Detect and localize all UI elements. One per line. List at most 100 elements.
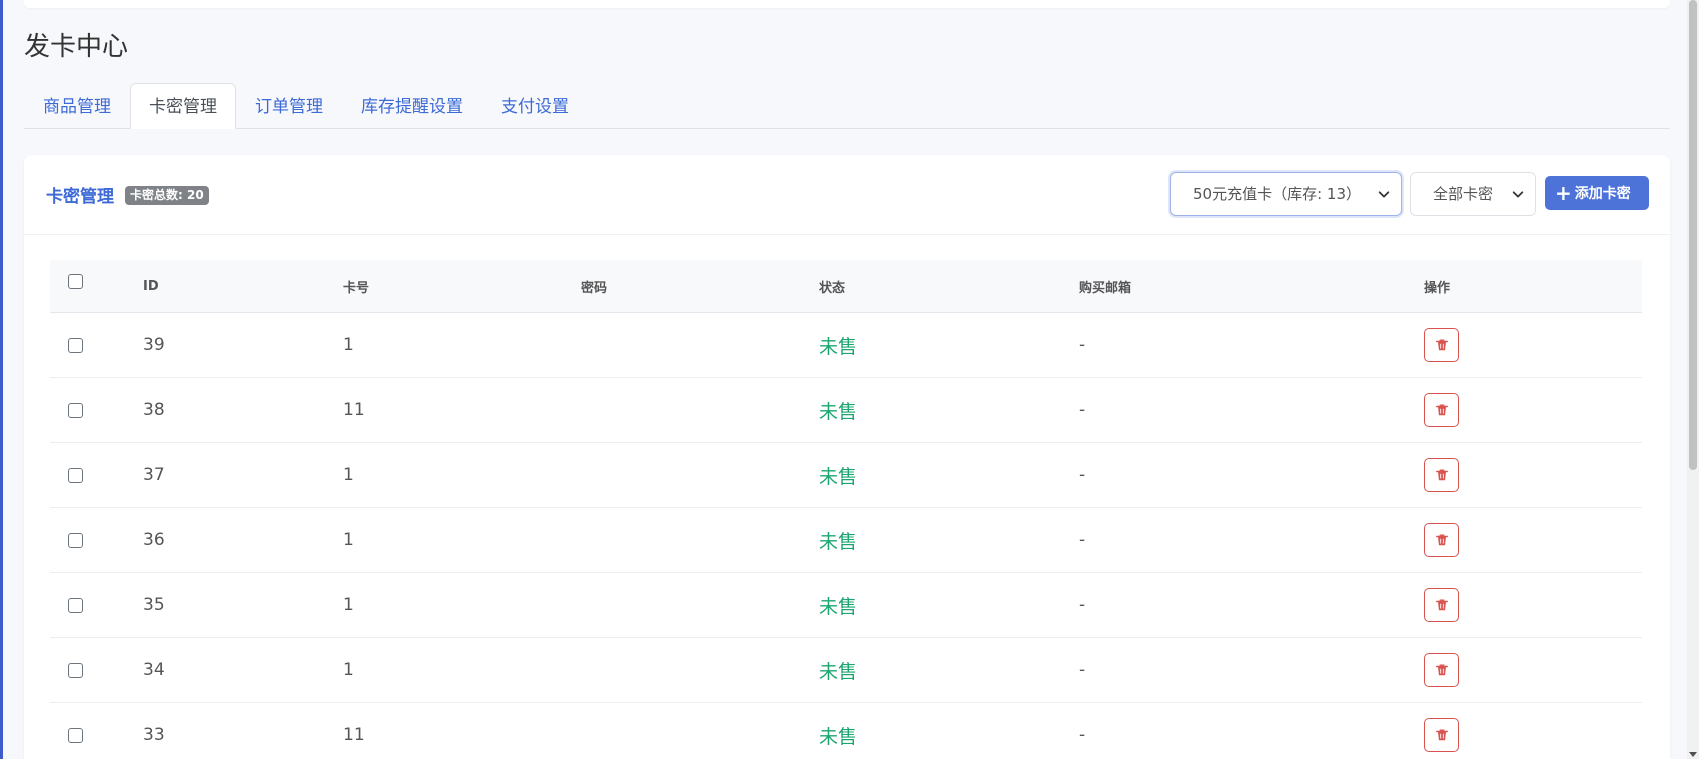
header-email: 购买邮箱 xyxy=(1079,280,1132,296)
scroll-down-arrow-icon[interactable] xyxy=(1689,752,1697,757)
cell-card-no: 11 xyxy=(343,725,365,745)
page-title: 发卡中心 xyxy=(24,32,129,62)
trash-icon xyxy=(1435,663,1449,677)
left-accent-bar xyxy=(0,0,3,759)
delete-button[interactable] xyxy=(1424,393,1459,427)
card-key-table: ID 卡号 密码 状态 购买邮箱 操作 39 1 未售 -38 11 未售 -37 1 未售 -3… xyxy=(50,260,1642,759)
row-checkbox[interactable] xyxy=(68,402,83,418)
delete-button[interactable] xyxy=(1424,458,1459,492)
table-header-row: ID 卡号 密码 状态 购买邮箱 操作 xyxy=(50,260,1642,313)
cell-email: - xyxy=(1079,335,1086,355)
cell-status: 未售 xyxy=(819,530,858,553)
row-checkbox[interactable] xyxy=(68,597,83,613)
table-row: 33 11 未售 - xyxy=(50,703,1642,759)
table-row: 38 11 未售 - xyxy=(50,378,1642,443)
cell-email: - xyxy=(1079,530,1086,550)
table-row: 35 1 未售 - xyxy=(50,573,1642,638)
plus-icon: + xyxy=(1555,181,1572,205)
cell-email: - xyxy=(1079,595,1086,615)
total-count-badge: 卡密总数: 20 xyxy=(125,186,209,205)
header-checkbox-cell xyxy=(68,255,83,307)
cell-actions xyxy=(1424,703,1459,759)
tab-card-keys[interactable]: 卡密管理 xyxy=(130,83,236,129)
product-select[interactable]: 50元充值卡（库存: 13） xyxy=(1170,172,1402,216)
trash-icon xyxy=(1435,338,1449,352)
trash-icon xyxy=(1435,468,1449,482)
cell-card-no: 11 xyxy=(343,400,365,420)
product-select-value: 50元充值卡（库存: 13） xyxy=(1193,185,1361,203)
cell-email: - xyxy=(1079,725,1086,745)
row-checkbox-cell xyxy=(68,378,83,442)
status-filter-value: 全部卡密 xyxy=(1433,185,1494,203)
row-checkbox-cell xyxy=(68,703,83,759)
select-all-checkbox[interactable] xyxy=(68,273,83,289)
cell-actions xyxy=(1424,508,1459,572)
status-filter-select[interactable]: 全部卡密 xyxy=(1410,172,1536,216)
cell-card-no: 1 xyxy=(343,465,354,485)
cell-id: 36 xyxy=(143,530,165,550)
trash-icon xyxy=(1435,533,1449,547)
cell-status: 未售 xyxy=(819,335,858,358)
header-actions: 操作 xyxy=(1424,280,1451,296)
tab-payment-settings[interactable]: 支付设置 xyxy=(482,83,588,129)
delete-button[interactable] xyxy=(1424,328,1459,362)
cell-actions xyxy=(1424,378,1459,442)
cell-id: 38 xyxy=(143,400,165,420)
row-checkbox[interactable] xyxy=(68,337,83,353)
row-checkbox-cell xyxy=(68,638,83,702)
table-row: 37 1 未售 - xyxy=(50,443,1642,508)
cell-card-no: 1 xyxy=(343,595,354,615)
row-checkbox[interactable] xyxy=(68,727,83,743)
cell-status: 未售 xyxy=(819,725,858,748)
cell-status: 未售 xyxy=(819,660,858,683)
delete-button[interactable] xyxy=(1424,523,1459,557)
chevron-down-icon xyxy=(1378,191,1390,198)
cell-actions xyxy=(1424,443,1459,507)
page-scrollbar[interactable] xyxy=(1687,0,1699,759)
row-checkbox[interactable] xyxy=(68,467,83,483)
cell-actions xyxy=(1424,573,1459,637)
row-checkbox-cell xyxy=(68,313,83,377)
cell-email: - xyxy=(1079,465,1086,485)
cell-card-no: 1 xyxy=(343,660,354,680)
cell-id: 37 xyxy=(143,465,165,485)
row-checkbox-cell xyxy=(68,443,83,507)
card-title: 卡密管理 xyxy=(46,187,114,207)
tab-products[interactable]: 商品管理 xyxy=(24,83,130,129)
cell-id: 34 xyxy=(143,660,165,680)
table-body: 39 1 未售 - 38 11 未售 - 37 1 未售 - 36 1 未售 - 35 1 未售 - 34 1 未售 - 33 1… xyxy=(50,313,1642,759)
trash-icon xyxy=(1435,403,1449,417)
chevron-down-icon xyxy=(1512,191,1524,198)
scrollbar-thumb[interactable] xyxy=(1689,0,1697,470)
cell-card-no: 1 xyxy=(343,335,354,355)
cell-card-no: 1 xyxy=(343,530,354,550)
table-row: 34 1 未售 - xyxy=(50,638,1642,703)
cell-email: - xyxy=(1079,400,1086,420)
add-button-label: 添加卡密 xyxy=(1574,186,1631,202)
cell-actions xyxy=(1424,313,1459,377)
row-checkbox[interactable] xyxy=(68,662,83,678)
table-row: 39 1 未售 - xyxy=(50,313,1642,378)
tab-orders[interactable]: 订单管理 xyxy=(236,83,342,129)
row-checkbox[interactable] xyxy=(68,532,83,548)
add-card-key-button[interactable]: + 添加卡密 xyxy=(1545,176,1649,210)
cell-id: 35 xyxy=(143,595,165,615)
delete-button[interactable] xyxy=(1424,653,1459,687)
cell-id: 39 xyxy=(143,335,165,355)
delete-button[interactable] xyxy=(1424,718,1459,752)
cell-email: - xyxy=(1079,660,1086,680)
row-checkbox-cell xyxy=(68,573,83,637)
card-header: 卡密管理 卡密总数: 20 50元充值卡（库存: 13） 全部卡密 + 添加卡密 xyxy=(24,155,1670,235)
table-row: 36 1 未售 - xyxy=(50,508,1642,573)
header-password: 密码 xyxy=(581,280,608,296)
tab-stock-alerts[interactable]: 库存提醒设置 xyxy=(342,83,482,129)
header-status: 状态 xyxy=(819,280,846,296)
cell-status: 未售 xyxy=(819,595,858,618)
delete-button[interactable] xyxy=(1424,588,1459,622)
tab-bar: 商品管理 卡密管理 订单管理 库存提醒设置 支付设置 xyxy=(24,83,1670,129)
header-card-no: 卡号 xyxy=(343,280,370,296)
card-key-panel: 卡密管理 卡密总数: 20 50元充值卡（库存: 13） 全部卡密 + 添加卡密 … xyxy=(24,155,1670,759)
trash-icon xyxy=(1435,598,1449,612)
cell-status: 未售 xyxy=(819,465,858,488)
row-checkbox-cell xyxy=(68,508,83,572)
